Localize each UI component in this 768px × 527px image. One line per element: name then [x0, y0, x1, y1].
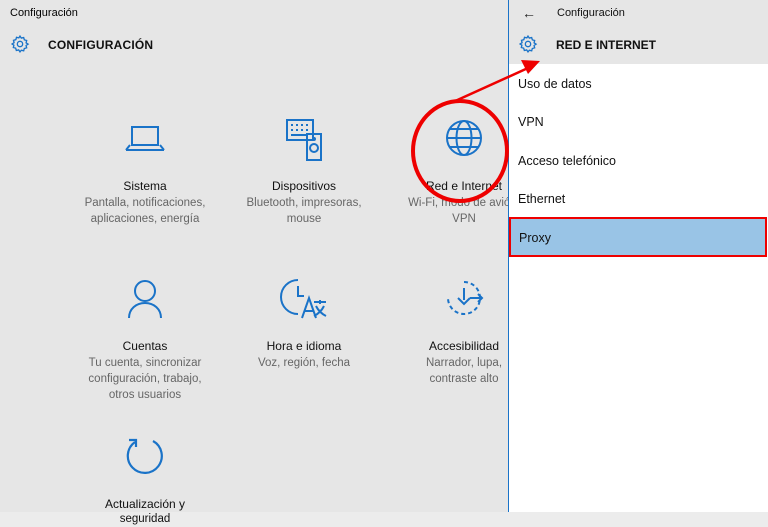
tile-cuentas[interactable]: Cuentas Tu cuenta, sincronizar configurac… [65, 278, 225, 403]
tile-description: Voz, región, fecha [257, 357, 351, 369]
panel-window-title: Configuración [557, 7, 625, 19]
person-icon [128, 280, 162, 319]
nav-item-ethernet[interactable]: Ethernet [518, 192, 565, 206]
nav-item-proxy[interactable]: Proxy [509, 217, 767, 257]
globe-icon [446, 120, 482, 156]
tile-description: seguridad [119, 513, 171, 525]
update-icon [126, 438, 163, 474]
tile-sistema[interactable]: Sistema Pantalla, notificaciones, aplicac… [65, 118, 225, 227]
tile-description: Pantalla, notificaciones, aplicaciones, e… [84, 197, 206, 225]
back-arrow-icon[interactable]: ← [522, 5, 536, 21]
gear-icon [518, 34, 538, 54]
page-title: CONFIGURACIÓN [48, 38, 154, 52]
tile-label: Dispositivos [271, 179, 337, 193]
tile-label: Actualización y [104, 497, 186, 511]
nav-item-uso-de-datos[interactable]: Uso de datos [518, 77, 592, 91]
network-panel: ← Configuración RED E INTERNET Uso de da… [508, 0, 768, 512]
devices-icon [286, 119, 322, 161]
window-title: Configuración [10, 7, 78, 19]
panel-title: RED E INTERNET [556, 38, 657, 52]
tile-description: Tu cuenta, sincronizar configuración, tra… [88, 357, 202, 401]
time-language-icon [280, 279, 327, 319]
tile-label: Hora e idioma [266, 339, 342, 353]
settings-header: CONFIGURACIÓN [0, 28, 508, 62]
laptop-icon [125, 126, 165, 151]
nav-item-label: Proxy [519, 231, 551, 245]
tile-actualizacion[interactable]: Actualización y seguridad [65, 436, 225, 527]
tile-hora-e-idioma[interactable]: Hora e idioma Voz, región, fecha [224, 278, 384, 371]
settings-window: Configuración CONFIGURACIÓN Sistema Pant… [0, 0, 520, 525]
tile-label: Cuentas [122, 339, 168, 353]
tile-dispositivos[interactable]: Dispositivos Bluetooth, impresoras, mouse [224, 118, 384, 227]
nav-item-vpn[interactable]: VPN [518, 115, 544, 129]
accessibility-icon [447, 281, 484, 315]
tile-description: Bluetooth, impresoras, mouse [246, 197, 362, 225]
panel-header: ← Configuración RED E INTERNET [509, 0, 768, 64]
nav-item-acceso-telefonico[interactable]: Acceso telefónico [518, 154, 616, 168]
gear-icon [10, 34, 30, 54]
tile-label: Sistema [123, 179, 167, 193]
